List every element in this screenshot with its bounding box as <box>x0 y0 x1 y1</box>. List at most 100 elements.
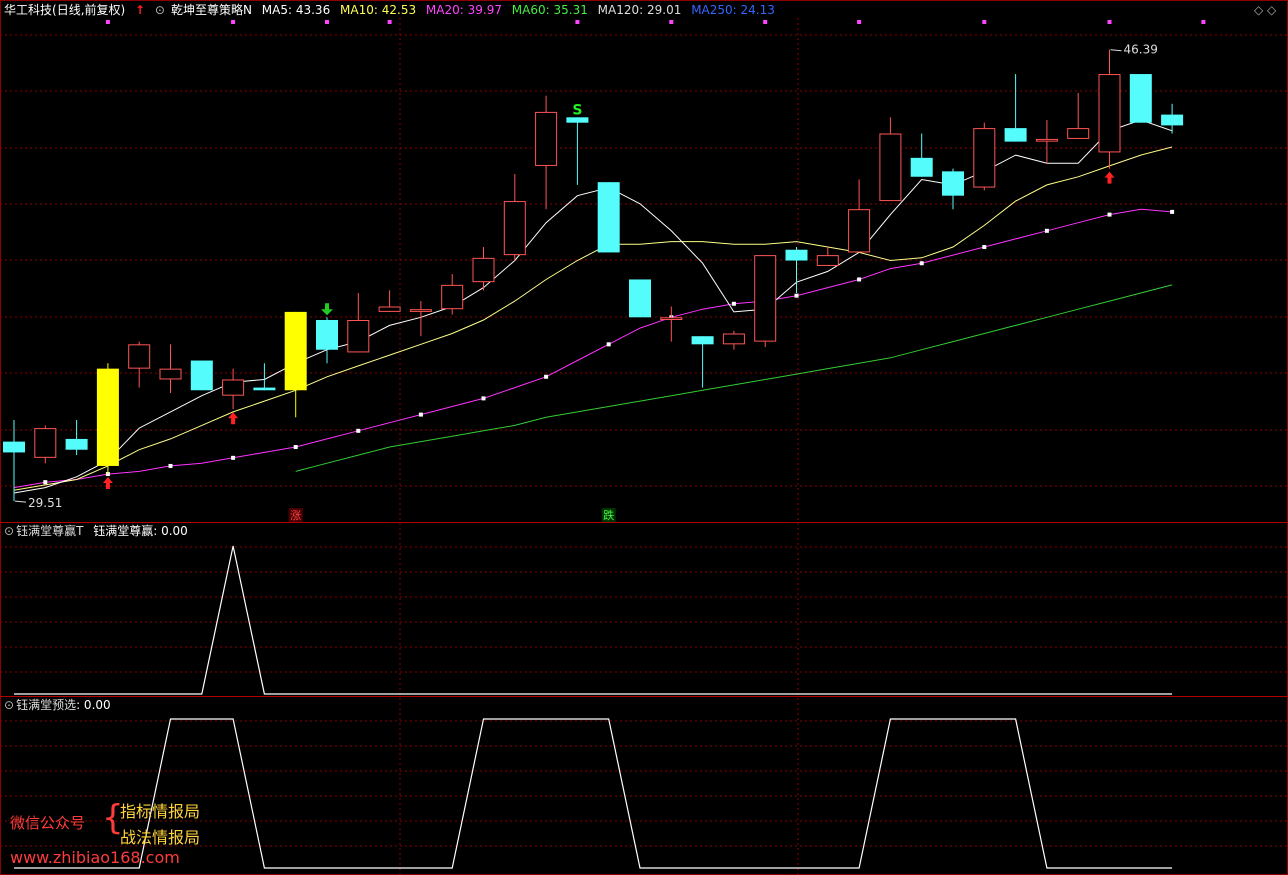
period-label: (日线,前复权) <box>52 3 126 17</box>
top-marker <box>387 20 392 24</box>
ma20-dot <box>544 374 549 379</box>
candle-body <box>1161 114 1184 126</box>
signal-label: 跌 <box>603 508 614 522</box>
ma5-line <box>13 119 1173 494</box>
candle-body <box>1098 74 1121 153</box>
top-marker <box>231 20 236 24</box>
ma20-label: MA20: 39.97 <box>425 3 502 17</box>
candle-body <box>754 255 777 342</box>
collapse-circle-icon[interactable]: ⊙ <box>4 698 14 712</box>
ma20-line <box>13 208 1173 489</box>
candle-body <box>629 279 651 318</box>
ma20-dot <box>919 261 924 266</box>
top-marker <box>575 20 580 24</box>
ma20-dot <box>43 480 48 485</box>
indicator-name[interactable]: 乾坤至尊策略N <box>171 3 252 17</box>
top-marker <box>669 20 674 24</box>
chart-frame <box>0 0 1288 875</box>
panel2-header: ⊙ 钰满堂尊赢T 钰满堂尊赢: 0.00 <box>4 523 194 539</box>
ma250-label: MA250: 24.13 <box>691 3 775 17</box>
candle-body <box>316 320 338 350</box>
settings-diamond-icons[interactable]: ◇ ◇ <box>1254 2 1276 18</box>
collapse-circle-icon[interactable]: ⊙ <box>155 3 165 17</box>
ma20-dot <box>1170 209 1175 214</box>
ma20-dot <box>1107 212 1112 217</box>
candle-body <box>535 111 558 166</box>
panel3-value: : 0.00 <box>76 698 111 712</box>
candle-body <box>785 249 808 261</box>
candle-body <box>1067 128 1090 139</box>
candle-body <box>96 368 119 466</box>
candle-body <box>816 255 839 266</box>
ma5-label: MA5: 43.36 <box>261 3 331 17</box>
ma20-dot <box>168 463 173 468</box>
candle-body <box>722 333 745 345</box>
top-marker <box>1201 20 1206 24</box>
high-price-label: 46.39 <box>1124 43 1158 57</box>
top-marker <box>982 20 987 24</box>
ma20-dot <box>606 342 611 347</box>
ma60-line <box>295 284 1173 472</box>
sell-arrow-icon <box>321 303 333 316</box>
ma120-label: MA120: 29.01 <box>597 3 682 17</box>
panel3-name[interactable]: 钰满堂预选 <box>16 698 76 712</box>
watermark-url: www.zhibiao168.com <box>10 848 180 867</box>
candle-body <box>3 441 25 453</box>
candle-body <box>347 320 370 353</box>
candle-body <box>973 128 996 188</box>
signal-label: 涨 <box>290 509 301 522</box>
ma20-dot <box>794 293 799 298</box>
candle-body <box>159 368 182 380</box>
watermark-line1: 指标情报局 <box>120 802 201 821</box>
candle-body <box>910 157 933 177</box>
candle-body <box>503 201 526 256</box>
ma20-dot <box>418 412 423 417</box>
ma20-dot <box>982 245 987 250</box>
candle-body <box>128 344 151 369</box>
top-marker <box>325 20 329 24</box>
panel3-header: ⊙ 钰满堂预选: 0.00 <box>4 697 117 713</box>
candle-body <box>691 336 714 345</box>
candle-body <box>879 133 902 202</box>
low-price-pointer <box>14 500 27 503</box>
panel2-value: 钰满堂尊赢: 0.00 <box>93 524 188 538</box>
kline-chart: S 46.39 29.51 涨 跌 <box>0 0 1288 875</box>
ma60-label: MA60: 35.31 <box>511 3 588 17</box>
buy-arrow-icon <box>1104 171 1115 184</box>
top-marker <box>763 20 768 24</box>
main-panel-header: 华工科技(日线,前复权) ↑ ⊙ 乾坤至尊策略N MA5: 43.36 MA10:… <box>4 2 781 18</box>
ma20-dot <box>231 455 236 460</box>
candle-body <box>34 428 57 458</box>
ma20-dot <box>356 428 361 433</box>
ma20-dot <box>1044 228 1049 233</box>
ma20-dot <box>481 396 486 401</box>
ma20-dot <box>731 301 736 306</box>
yumantang-zunying-line <box>14 545 1173 695</box>
candle-body <box>1035 138 1058 142</box>
ma10-label: MA10: 42.53 <box>340 3 417 17</box>
candle-body <box>1129 74 1152 123</box>
ma20-dot <box>293 445 298 450</box>
red-up-arrow-icon: ↑ <box>135 3 146 17</box>
candle-body <box>378 306 401 312</box>
top-marker <box>1107 20 1112 24</box>
candle-body <box>660 317 683 321</box>
top-marker <box>857 20 862 24</box>
panel2-name[interactable]: 钰满堂尊赢T <box>16 524 83 538</box>
watermark-label: 微信公众号 <box>10 814 86 832</box>
ma20-dot <box>857 277 862 282</box>
candle-body <box>441 284 464 310</box>
watermark-line2: 战法情报局 <box>120 828 201 847</box>
buy-arrow-icon <box>228 412 239 425</box>
top-marker <box>105 20 110 24</box>
candle-body <box>65 438 88 450</box>
candle-body <box>472 257 495 283</box>
high-price-pointer <box>1110 49 1122 52</box>
stock-name: 华工科技 <box>4 3 53 17</box>
candle-body <box>222 379 245 396</box>
low-price-label: 29.51 <box>28 496 62 510</box>
candle-body <box>253 387 276 391</box>
candle-body <box>190 360 213 391</box>
candle-body <box>942 171 964 196</box>
collapse-circle-icon[interactable]: ⊙ <box>4 524 14 538</box>
